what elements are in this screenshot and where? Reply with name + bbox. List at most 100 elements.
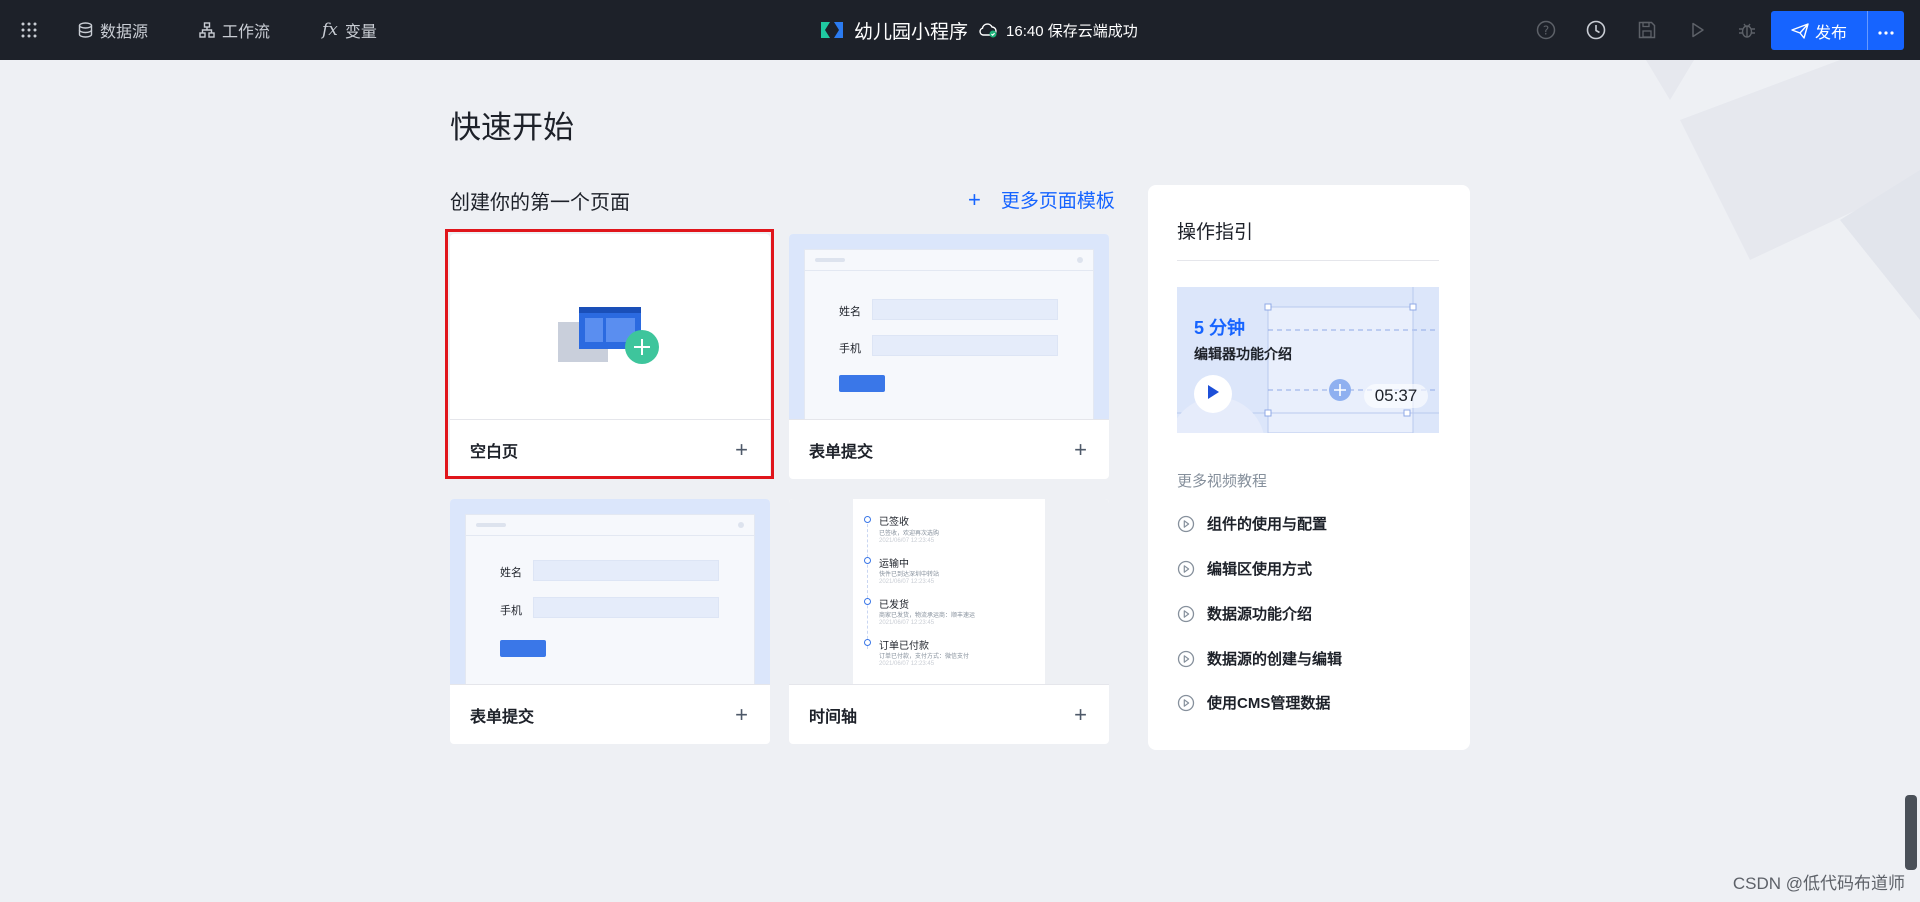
template-card-blank[interactable]: 空白页 + — [450, 234, 770, 479]
publish-button[interactable]: 发布 — [1771, 11, 1867, 50]
blank-page-icon — [558, 307, 659, 364]
card-preview: 已签收 已签收，欢迎再次选购 2021/06/07 12:23:45 运输中 快… — [789, 499, 1109, 684]
background-decoration — [1646, 60, 1920, 320]
form-label-name: 姓名 — [500, 567, 522, 579]
tutorial-label: 数据源功能介绍 — [1207, 606, 1313, 623]
timeline-time: 2021/06/07 12:23:45 — [879, 661, 935, 667]
history-icon[interactable] — [1585, 19, 1607, 41]
tutorial-link[interactable]: 数据源功能介绍 — [1177, 603, 1312, 624]
form-label-name: 姓名 — [839, 306, 861, 318]
video-thumbnail[interactable]: 5 分钟 编辑器功能介绍 05:37 — [1177, 287, 1439, 433]
app-logo-icon — [820, 20, 844, 40]
form-submit-preview — [839, 375, 885, 392]
form-label-phone: 手机 — [839, 343, 861, 355]
card-label: 时间轴 — [809, 708, 858, 726]
help-icon[interactable]: ? — [1535, 19, 1557, 41]
tutorial-link[interactable]: 数据源的创建与编辑 — [1177, 648, 1342, 669]
form-field-phone — [872, 335, 1058, 356]
timeline-title: 已发货 — [879, 600, 909, 611]
nav-workflow-label: 工作流 — [222, 24, 271, 41]
timeline-time: 2021/06/07 12:23:45 — [879, 579, 935, 585]
nav-variables[interactable]: fx 变量 — [322, 0, 377, 60]
play-circle-icon — [1177, 515, 1195, 532]
play-button[interactable] — [1194, 375, 1232, 413]
play-icon — [1206, 384, 1220, 405]
template-card-form[interactable]: 姓名 手机 表单提交 + — [789, 234, 1109, 479]
cloud-check-icon — [978, 22, 998, 38]
more-templates-label: 更多页面模板 — [1000, 191, 1115, 212]
nav-datasource[interactable]: 数据源 — [78, 0, 148, 60]
video-time: 05:37 — [1364, 384, 1428, 408]
timeline-time: 2021/06/07 12:23:45 — [879, 538, 935, 544]
debug-icon[interactable] — [1736, 19, 1758, 41]
video-title: 编辑器功能介绍 — [1194, 346, 1292, 362]
card-footer: 时间轴 + — [789, 684, 1109, 744]
save-status: 16:40 保存云端成功 — [1006, 22, 1138, 40]
form-preview-frame: 姓名 手机 — [804, 249, 1094, 419]
fx-icon: fx — [322, 20, 338, 40]
timeline-title: 订单已付款 — [879, 641, 929, 652]
card-label: 表单提交 — [470, 708, 535, 726]
nav-workflow[interactable]: 工作流 — [199, 0, 270, 60]
add-page-icon[interactable]: + — [1074, 438, 1087, 460]
tutorial-label: 组件的使用与配置 — [1207, 516, 1328, 533]
timeline-dot — [864, 557, 871, 564]
timeline-line — [867, 519, 868, 649]
card-preview: 姓名 手机 — [450, 499, 770, 684]
publish-more-button[interactable] — [1868, 11, 1904, 50]
database-icon — [78, 22, 93, 38]
top-bar: 数据源 工作流 fx 变量 幼儿园小程序 16:40 保存云端成功 ? 发布 — [0, 0, 1920, 60]
tutorial-label: 编辑区使用方式 — [1207, 561, 1313, 578]
app-title-area: 幼儿园小程序 16:40 保存云端成功 — [820, 0, 1138, 60]
grid-icon — [20, 21, 38, 39]
timeline-desc: 订单已付款，支付方式：微信支付 — [879, 654, 970, 660]
form-field-name — [872, 299, 1058, 320]
publish-label: 发布 — [1814, 24, 1847, 42]
timeline-preview: 已签收 已签收，欢迎再次选购 2021/06/07 12:23:45 运输中 快… — [853, 499, 1045, 684]
watermark: CSDN @低代码布道师 — [1732, 874, 1905, 893]
play-circle-icon — [1177, 560, 1195, 577]
frame-bar — [815, 258, 845, 262]
guide-panel: 操作指引 5 分钟 编辑器功能介绍 05:37 更多视频教程 组件的使用与配置 … — [1148, 185, 1470, 750]
section-title: 创建你的第一个页面 — [450, 192, 630, 214]
app-title: 幼儿园小程序 — [854, 21, 969, 43]
send-icon — [1791, 22, 1809, 39]
timeline-title: 已签收 — [879, 517, 909, 528]
frame-divider — [466, 535, 754, 536]
frame-divider — [805, 270, 1093, 271]
tutorial-label: 数据源的创建与编辑 — [1207, 651, 1343, 668]
card-preview: 姓名 手机 — [789, 234, 1109, 419]
tutorial-link[interactable]: 组件的使用与配置 — [1177, 513, 1327, 534]
timeline-title: 运输中 — [879, 559, 909, 570]
form-field-phone — [533, 597, 719, 618]
preview-icon[interactable] — [1686, 19, 1708, 41]
side-widget[interactable] — [1905, 795, 1917, 870]
card-label: 表单提交 — [809, 443, 874, 461]
form-preview-frame: 姓名 手机 — [465, 514, 755, 684]
tutorial-link[interactable]: 使用CMS管理数据 — [1177, 692, 1330, 713]
timeline-dot — [864, 516, 871, 523]
workflow-icon — [199, 22, 215, 38]
save-icon[interactable] — [1636, 19, 1658, 41]
add-page-icon[interactable]: + — [1074, 703, 1087, 725]
timeline-dot — [864, 598, 871, 605]
add-page-icon[interactable]: + — [735, 438, 748, 460]
more-templates-link[interactable]: + 更多页面模板 — [968, 186, 1115, 213]
app-menu-button[interactable] — [20, 0, 38, 60]
form-submit-preview — [500, 640, 546, 657]
frame-dot — [738, 522, 744, 528]
plus-icon: + — [968, 186, 981, 212]
form-label-phone: 手机 — [500, 605, 522, 617]
frame-bar — [476, 523, 506, 527]
timeline-desc: 商家已发货，物流承运商：顺丰速运 — [879, 613, 976, 619]
template-card-form[interactable]: 姓名 手机 表单提交 + — [450, 499, 770, 744]
play-circle-icon — [1177, 605, 1195, 622]
more-dots-icon — [1878, 22, 1894, 40]
add-page-icon[interactable]: + — [735, 703, 748, 725]
play-circle-icon — [1177, 650, 1195, 667]
template-card-timeline[interactable]: 已签收 已签收，欢迎再次选购 2021/06/07 12:23:45 运输中 快… — [789, 499, 1109, 744]
tutorial-label: 使用CMS管理数据 — [1207, 695, 1331, 712]
form-field-name — [533, 560, 719, 581]
tutorial-link[interactable]: 编辑区使用方式 — [1177, 558, 1312, 579]
page-title: 快速开始 — [450, 110, 574, 145]
